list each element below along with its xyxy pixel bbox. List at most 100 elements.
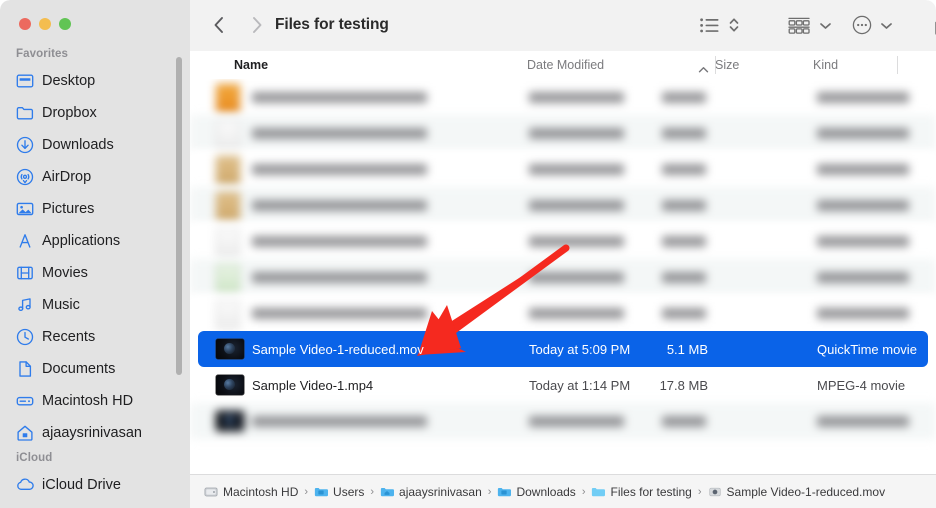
music-icon (16, 296, 34, 314)
file-name-cell (252, 416, 427, 427)
sidebar-item-desktop[interactable]: Desktop (0, 65, 190, 97)
kind-cell (817, 128, 909, 139)
action-chevron-down-icon[interactable] (878, 14, 894, 36)
sidebar-item-movies[interactable]: Movies (0, 257, 190, 289)
column-divider[interactable] (897, 56, 898, 74)
file-name-cell (252, 272, 427, 283)
column-header-date-modified[interactable]: Date Modified (527, 51, 604, 79)
sidebar-item-recents[interactable]: Recents (0, 321, 190, 353)
close-window-button[interactable] (19, 18, 31, 30)
traffic-lights (19, 18, 71, 30)
breadcrumb-label: Sample Video-1-reduced.mov (726, 484, 886, 499)
share-button[interactable] (929, 13, 936, 37)
breadcrumb-label: Downloads (516, 484, 576, 499)
folder-users-icon (314, 485, 329, 499)
document-file-icon (216, 264, 244, 293)
movie-file-icon (708, 485, 722, 499)
file-name-cell (252, 236, 427, 247)
table-row[interactable] (190, 115, 936, 151)
file-name-cell (252, 308, 427, 319)
clock-icon (16, 328, 34, 346)
file-name-cell: Sample Video-1-reduced.mov (252, 341, 424, 357)
sidebar-item-label: Documents (42, 361, 116, 377)
sidebar: Favorites Desktop Dropbox Downloads AirDrop P… (0, 0, 190, 508)
breadcrumb-separator: › (370, 485, 375, 498)
sidebar-item-label: iCloud Drive (42, 477, 121, 493)
table-row[interactable]: Sample Video-1.mp4 Today at 1:14 PM 17.8 M… (190, 367, 936, 403)
back-button[interactable] (208, 14, 230, 36)
minimize-window-button[interactable] (39, 18, 51, 30)
breadcrumb-label: Users (333, 484, 365, 499)
breadcrumb-item[interactable]: ajaaysrinivasan (380, 485, 482, 499)
sidebar-item-downloads[interactable]: Downloads (0, 129, 190, 161)
sidebar-item-label: Recents (42, 329, 96, 345)
sidebar-item-pictures[interactable]: Pictures (0, 193, 190, 225)
sidebar-section-header: iCloud (16, 452, 53, 464)
sidebar-item-ajaaysrinivasan[interactable]: ajaaysrinivasan (0, 417, 190, 449)
view-switch-chevron-icon[interactable] (726, 14, 742, 36)
maximize-window-button[interactable] (59, 18, 71, 30)
breadcrumb-label: Files for testing (610, 484, 692, 499)
sidebar-item-label: Music (42, 297, 80, 313)
column-header-name[interactable]: Name (234, 51, 268, 79)
kind-cell (817, 164, 909, 175)
breadcrumb-label: Macintosh HD (223, 484, 299, 499)
table-row[interactable] (190, 295, 936, 331)
desktop-icon (16, 72, 34, 90)
table-row[interactable] (190, 79, 936, 115)
cloud-icon (16, 476, 34, 494)
breadcrumb-item[interactable]: Users (314, 485, 364, 499)
movies-icon (16, 264, 34, 282)
main-pane: Files for testing Name Date Modified Siz… (190, 0, 936, 508)
document-file-icon (216, 120, 244, 149)
sort-ascending-icon (698, 61, 709, 79)
size-cell (662, 92, 706, 103)
breadcrumb-item[interactable]: Sample Video-1-reduced.mov (708, 484, 886, 499)
sidebar-item-applications[interactable]: Applications (0, 225, 190, 257)
size-cell (662, 128, 706, 139)
group-items-button[interactable] (787, 14, 811, 36)
table-row[interactable] (190, 223, 936, 259)
more-actions-button[interactable] (850, 14, 874, 36)
size-cell: 5.1 MB (666, 341, 708, 357)
file-list[interactable]: Sample Video-1-reduced.mov Today at 5:09 … (190, 79, 936, 475)
list-view-button[interactable] (698, 14, 720, 36)
sidebar-item-label: AirDrop (42, 169, 92, 185)
sidebar-item-label: Pictures (42, 201, 95, 217)
sidebar-scrollbar[interactable] (176, 57, 182, 375)
document-file-icon (216, 156, 244, 185)
column-header-kind[interactable]: Kind (813, 51, 838, 79)
breadcrumb-separator: › (304, 485, 309, 498)
movie-file-icon (216, 375, 244, 395)
file-name-cell (252, 128, 427, 139)
download-icon (16, 136, 34, 154)
home-icon (16, 424, 34, 442)
date-modified-cell (529, 272, 624, 283)
table-row[interactable] (190, 187, 936, 223)
kind-cell (817, 200, 909, 211)
sidebar-item-airdrop[interactable]: AirDrop (0, 161, 190, 193)
breadcrumb-item[interactable]: Files for testing (591, 484, 692, 499)
date-modified-cell (529, 92, 624, 103)
size-cell (662, 164, 706, 175)
sidebar-item-music[interactable]: Music (0, 289, 190, 321)
table-row[interactable] (190, 259, 936, 295)
forward-button[interactable] (246, 14, 268, 36)
sidebar-item-dropbox[interactable]: Dropbox (0, 97, 190, 129)
group-chevron-down-icon[interactable] (817, 14, 833, 36)
breadcrumb-separator: › (487, 485, 492, 498)
column-header-size[interactable]: Size (715, 51, 739, 79)
table-row[interactable] (190, 403, 936, 439)
sidebar-item-icloud-drive[interactable]: iCloud Drive (0, 469, 190, 501)
kind-cell (817, 92, 909, 103)
breadcrumb-item[interactable]: Downloads (497, 484, 576, 499)
table-row[interactable]: Sample Video-1-reduced.mov Today at 5:09 … (190, 331, 936, 367)
sidebar-item-documents[interactable]: Documents (0, 353, 190, 385)
document-file-icon (216, 228, 244, 257)
table-row[interactable] (190, 151, 936, 187)
sidebar-scroll-area[interactable]: Favorites Desktop Dropbox Downloads AirDrop P… (0, 45, 190, 508)
sidebar-item-macintosh-hd[interactable]: Macintosh HD (0, 385, 190, 417)
breadcrumb-item[interactable]: Macintosh HD (204, 485, 298, 499)
sidebar-item-label: Desktop (42, 73, 96, 89)
column-headers: Name Date Modified Size Kind (190, 51, 936, 80)
